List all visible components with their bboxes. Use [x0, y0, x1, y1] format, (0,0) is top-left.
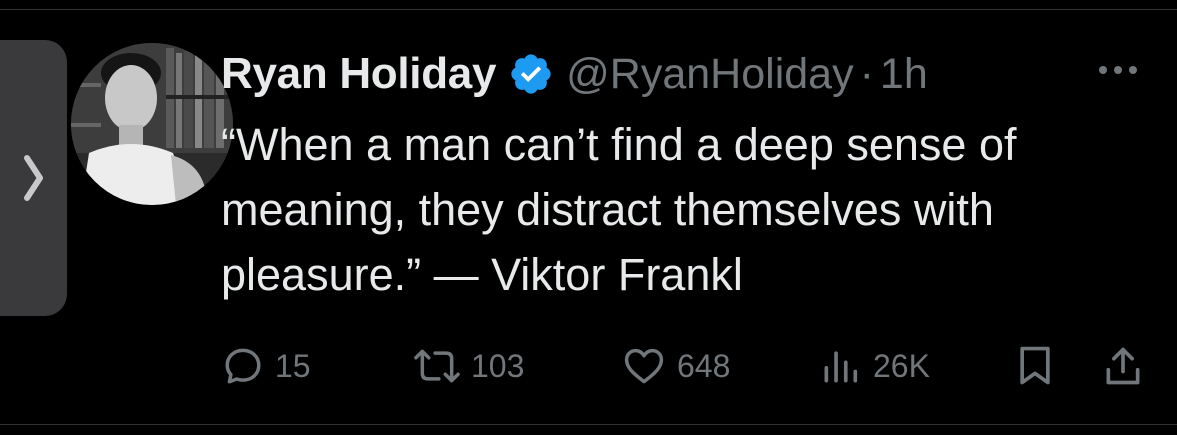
- retweet-icon: [413, 344, 461, 388]
- avatar-photo: [71, 43, 233, 205]
- tweet-header: Ryan Holiday @RyanHoliday · 1h: [221, 46, 928, 102]
- retweet-button[interactable]: 103: [413, 340, 524, 392]
- share-button[interactable]: [1101, 340, 1145, 392]
- verified-badge-icon[interactable]: [508, 51, 554, 97]
- view-count: 26K: [873, 347, 930, 384]
- tweet-timestamp[interactable]: 1h: [880, 50, 928, 99]
- action-bar: 15 103 648 26K: [221, 340, 1151, 392]
- bookmark-button[interactable]: [1013, 340, 1057, 392]
- author-name[interactable]: Ryan Holiday: [221, 49, 496, 99]
- like-count: 648: [677, 347, 731, 384]
- retweet-count: 103: [471, 347, 525, 384]
- reply-icon: [221, 344, 265, 388]
- bookmark-icon: [1013, 343, 1057, 389]
- views-bar-chart-icon: [819, 344, 863, 388]
- side-panel-handle[interactable]: [0, 40, 67, 316]
- more-button[interactable]: [1095, 58, 1141, 82]
- reply-button[interactable]: 15: [221, 340, 311, 392]
- heart-icon: [621, 344, 667, 388]
- like-button[interactable]: 648: [621, 340, 730, 392]
- tweet-text: “When a man can’t find a deep sense of m…: [221, 119, 1017, 300]
- avatar[interactable]: [71, 43, 233, 205]
- reply-count: 15: [275, 347, 311, 384]
- more-dots-icon: [1095, 58, 1141, 82]
- chevron-right-icon: [22, 153, 46, 203]
- views-button[interactable]: 26K: [819, 340, 930, 392]
- share-icon: [1101, 343, 1145, 389]
- meta-separator: ·: [859, 49, 874, 98]
- author-handle[interactable]: @RyanHoliday: [566, 50, 853, 99]
- bottom-divider: [0, 424, 1177, 425]
- top-divider: [0, 0, 1177, 10]
